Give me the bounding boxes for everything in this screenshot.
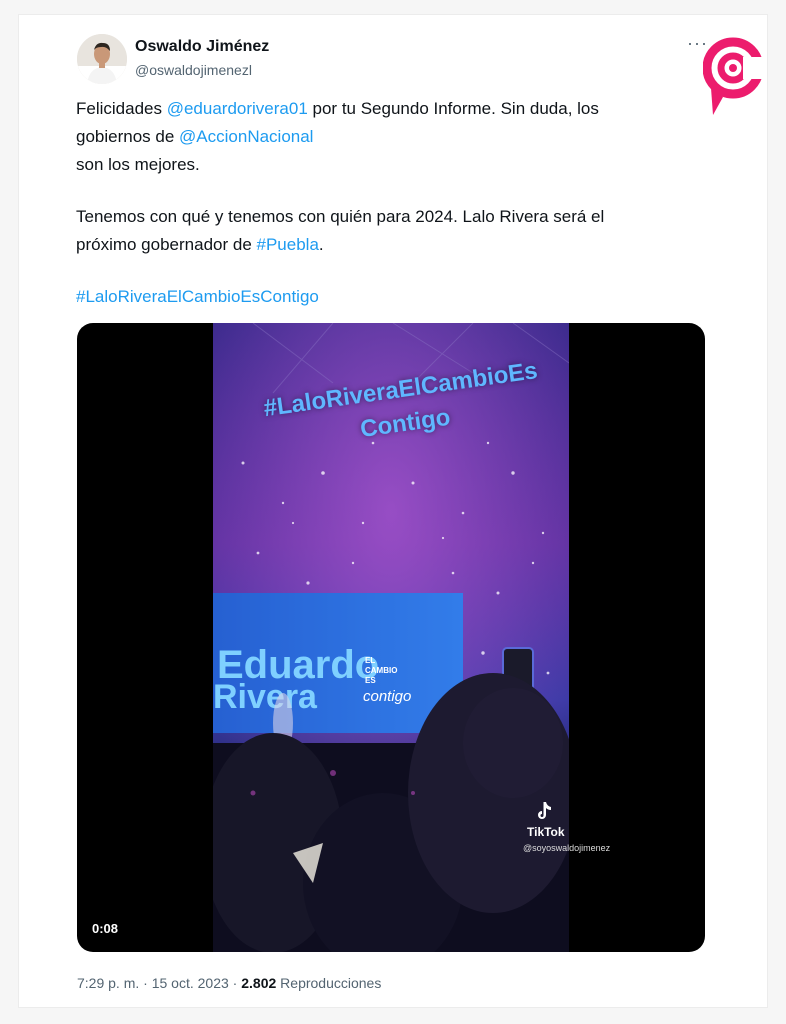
tweet-line-3: son los mejores. <box>76 155 200 174</box>
mention-accionnacional[interactable]: @AccionNacional <box>179 127 313 146</box>
tweet-line-2: gobiernos de @AccionNacional <box>76 123 706 151</box>
stage-name-line2: Rivera <box>213 678 318 716</box>
text-segment: Felicidades <box>76 99 167 118</box>
stage-slogan-line2: CAMBIO <box>365 666 397 675</box>
mention-eduardorivera01[interactable]: @eduardorivera01 <box>167 99 308 118</box>
stage-slogan-line3: ES <box>365 676 376 685</box>
hashtag-puebla[interactable]: #Puebla <box>257 235 319 254</box>
avatar[interactable] <box>77 34 127 84</box>
views-label: Reproducciones <box>276 975 382 991</box>
tweet-time[interactable]: 7:29 p. m. <box>77 975 139 991</box>
tiktok-username: @soyoswaldojimenez <box>523 843 611 853</box>
tiktok-label: TikTok <box>527 825 565 839</box>
tweet-date[interactable]: 15 oct. 2023 <box>152 975 229 991</box>
meta-separator: · <box>139 975 152 991</box>
author-handle[interactable]: @oswaldojimenezl <box>135 62 252 78</box>
stage-slogan-line1: EL <box>365 656 375 665</box>
video-duration: 0:08 <box>92 921 119 936</box>
tiktok-icon <box>538 802 551 819</box>
tweet-meta: 7:29 p. m. · 15 oct. 2023 · 2.802 Reprod… <box>77 975 381 991</box>
text-segment: por tu Segundo Informe. Sin duda, los <box>307 99 599 118</box>
tweet-line-6: #LaloRiveraElCambioEsContigo <box>76 283 706 311</box>
hashtag-main[interactable]: #LaloRiveraElCambioEsContigo <box>76 287 319 306</box>
meta-separator: · <box>228 975 242 991</box>
page: Oswaldo Jiménez @oswaldojimenezl ··· Fel… <box>0 0 786 1024</box>
tweet-line-1: Felicidades @eduardorivera01 por tu Segu… <box>76 95 706 123</box>
tweet-card: Oswaldo Jiménez @oswaldojimenezl ··· Fel… <box>18 14 768 1008</box>
views-count: 2.802 <box>241 975 277 991</box>
video-player[interactable]: Eduardo Rivera EL CAMBIO ES contigo #Lal… <box>77 323 705 952</box>
tweet-line-5: próximo gobernador de #Puebla. <box>76 231 706 259</box>
stage-slogan-line4: contigo <box>363 688 411 705</box>
author-name[interactable]: Oswaldo Jiménez <box>135 38 269 56</box>
brand-logo-icon <box>703 37 763 115</box>
text-segment: gobiernos de <box>76 127 180 146</box>
video-frame: Eduardo Rivera EL CAMBIO ES contigo #Lal… <box>213 323 569 952</box>
text-segment: . <box>318 235 324 254</box>
tweet-text: Felicidades @eduardorivera01 por tu Segu… <box>76 95 706 311</box>
text-segment: próximo gobernador de <box>76 235 257 254</box>
avatar-image <box>77 34 127 84</box>
tweet-line-4: Tenemos con qué y tenemos con quién para… <box>76 207 605 226</box>
